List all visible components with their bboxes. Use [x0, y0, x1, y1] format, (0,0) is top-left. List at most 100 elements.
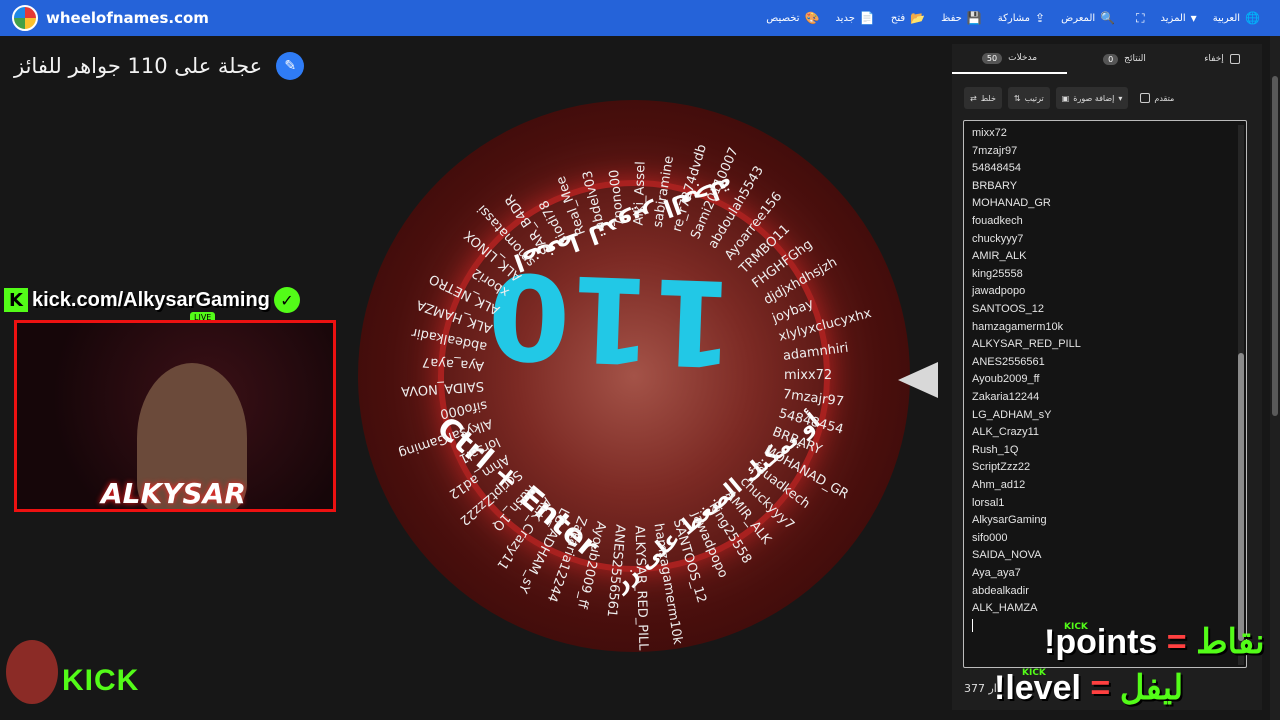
wheel-segment-label: mixx72 — [784, 368, 833, 383]
menu-item-globe[interactable]: العربية 🌐 — [1213, 11, 1260, 25]
hide-toggle[interactable]: إخفاء — [1182, 44, 1262, 74]
chevron-down-icon: ▾ — [1118, 93, 1123, 103]
entry-line[interactable]: lorsal1 — [972, 497, 1004, 509]
entry-line[interactable]: AlkysarGaming — [972, 514, 1047, 526]
menu-item-label: فتح — [890, 12, 906, 24]
folder-icon: 📂 — [910, 11, 926, 25]
text-caret — [972, 619, 973, 632]
entries-textarea[interactable]: mixx72 7mzajr97 54848454 BRBARY MOHANAD_GRfo… — [963, 120, 1247, 668]
entries-count-badge: 50 — [981, 52, 1003, 64]
save-icon: 💾 — [966, 11, 982, 25]
kick-mini-logo: KICK — [1064, 622, 1088, 632]
points-command: !points — [1044, 623, 1158, 661]
menu-item-save[interactable]: حفظ 💾 — [941, 11, 982, 25]
add-image-button[interactable]: ▣ إضافة صورة ▾ — [1055, 87, 1129, 109]
file-icon: 📄 — [859, 11, 875, 25]
menu-item-chevron-down[interactable]: المزيد ▾ — [1161, 11, 1197, 25]
wheel-title: عجلة على 110 جواهر للفائز — [14, 54, 263, 78]
webcam-signature: ALKYSAR — [101, 477, 246, 510]
site-name[interactable]: wheelofnames.com — [46, 9, 209, 27]
entry-line[interactable]: ALKYSAR_RED_PILL — [972, 338, 1081, 350]
entries-toolbar: ⇄ خلط ⇅ ترتيب ▣ إضافة صورة ▾ متقدم — [964, 86, 1254, 110]
streamer-avatar — [6, 640, 58, 704]
entry-line[interactable]: abdealkadir — [972, 585, 1029, 597]
top-navbar: wheelofnames.com العربية 🌐 المزيد ▾ ⛶ المعرض 🔍… — [0, 0, 1280, 36]
tab-entries-label: مدخلات — [1008, 53, 1038, 63]
wheel-segment-label: Aya_aya7 — [421, 354, 485, 374]
entries-scrollbar[interactable] — [1238, 125, 1244, 665]
menu-item-label: حفظ — [941, 12, 962, 24]
menu-item-label: تخصيص — [766, 12, 800, 24]
entry-line[interactable]: ScriptZzz22 — [972, 461, 1030, 473]
entry-line[interactable]: ANES2556561 — [972, 356, 1045, 368]
entry-line[interactable]: sifo000 — [972, 532, 1007, 544]
menu-item-share[interactable]: مشاركة ⇪ — [998, 11, 1045, 25]
edit-title-button[interactable]: ✎ — [276, 52, 305, 80]
points-equals: = — [1166, 623, 1187, 661]
advanced-toggle[interactable]: متقدم — [1140, 93, 1174, 103]
entry-line[interactable]: chuckyyy7 — [972, 233, 1023, 245]
wheel-pointer-icon — [898, 362, 938, 398]
tab-entries[interactable]: 50 مدخلات — [952, 44, 1067, 74]
entry-line[interactable]: ALK_HAMZA — [972, 602, 1037, 614]
hide-label: إخفاء — [1204, 54, 1224, 64]
entry-line[interactable]: Ayoub2009_ff — [972, 373, 1040, 385]
entry-line[interactable]: mixx72 — [972, 127, 1007, 139]
shuffle-button[interactable]: ⇄ خلط — [964, 87, 1002, 109]
entry-line[interactable]: LG_ADHAM_sY — [972, 409, 1051, 421]
tab-results-label: النتائج — [1124, 54, 1146, 64]
page-scrollbar[interactable] — [1270, 36, 1280, 720]
sort-label: ترتيب — [1024, 93, 1044, 103]
entry-line[interactable]: BRBARY — [972, 180, 1017, 192]
webcam-overlay: ALKYSAR — [14, 320, 336, 512]
kick-k-icon: K — [4, 288, 28, 312]
menu-item-label: جديد — [835, 12, 855, 24]
pencil-icon: ✎ — [284, 58, 297, 74]
palette-icon: 🎨 — [804, 11, 820, 25]
menu-item-folder[interactable]: فتح 📂 — [891, 11, 925, 25]
kick-logo: KICK — [62, 664, 140, 697]
menu-item-palette[interactable]: تخصيص 🎨 — [766, 11, 819, 25]
add-image-label: إضافة صورة — [1073, 93, 1115, 103]
spin-wheel[interactable]: 110 اضغط لتدوير العجلة Ctrl + Enter أو ي… — [358, 100, 910, 652]
fullscreen-icon: ⛶ — [1136, 10, 1145, 25]
menu-item-search[interactable]: المعرض 🔍 — [1061, 11, 1115, 25]
entry-line[interactable]: SANTOOS_12 — [972, 303, 1044, 315]
page-scroll-thumb[interactable] — [1272, 76, 1278, 416]
entry-line[interactable]: Zakaria12244 — [972, 391, 1039, 403]
entry-line[interactable]: MOHANAD_GR — [972, 197, 1051, 209]
kick-banner: K kick.com/AlkysarGaming ✓ — [4, 286, 300, 314]
sort-icon: ⇅ — [1013, 93, 1021, 103]
entry-line[interactable]: Aya_aya7 — [972, 567, 1021, 579]
menu-item-label: المزيد — [1160, 12, 1186, 24]
share-icon: ⇪ — [1035, 11, 1046, 25]
entry-line[interactable]: fouadkech — [972, 215, 1023, 227]
entry-line[interactable]: Rush_1Q — [972, 444, 1018, 456]
entry-line[interactable]: ALK_Crazy11 — [972, 426, 1039, 438]
entry-line[interactable]: AMIR_ALK — [972, 250, 1026, 262]
entry-line[interactable]: SAIDA_NOVA — [972, 549, 1042, 561]
menu-item-file[interactable]: جديد 📄 — [835, 11, 874, 25]
menu-item-fullscreen[interactable]: ⛶ — [1131, 11, 1144, 26]
entry-line[interactable]: hamzagamerm10k — [972, 321, 1063, 333]
main-menu: العربية 🌐 المزيد ▾ ⛶ المعرض 🔍 مشاركة ⇪ حفظ 💾 فتح 📂 جد… — [766, 0, 1260, 36]
entries-count-line: 377 ار — [964, 682, 997, 695]
image-icon: ▣ — [1061, 93, 1070, 103]
tab-results[interactable]: 0 النتائج — [1067, 44, 1182, 74]
entry-line[interactable]: 54848454 — [972, 162, 1021, 174]
entry-line[interactable]: king25558 — [972, 268, 1023, 280]
wheel-logo-icon[interactable] — [12, 5, 38, 31]
wheel-segment-label: Alki_Assel — [631, 161, 649, 226]
entries-scroll-thumb[interactable] — [1238, 353, 1244, 641]
verified-check-icon: ✓ — [273, 287, 300, 313]
entry-line[interactable]: 7mzajr97 — [972, 145, 1017, 157]
advanced-checkbox[interactable] — [1140, 93, 1151, 103]
entry-line[interactable]: Ahm_ad12 — [972, 479, 1025, 491]
entry-line[interactable]: jawadpopo — [972, 285, 1025, 297]
search-icon: 🔍 — [1100, 11, 1116, 25]
sort-button[interactable]: ⇅ ترتيب — [1007, 87, 1050, 109]
panel-tabs: إخفاء 0 النتائج 50 مدخلات — [952, 44, 1262, 74]
globe-icon: 🌐 — [1245, 11, 1260, 25]
hide-checkbox[interactable] — [1229, 54, 1240, 64]
advanced-label: متقدم — [1154, 93, 1175, 103]
